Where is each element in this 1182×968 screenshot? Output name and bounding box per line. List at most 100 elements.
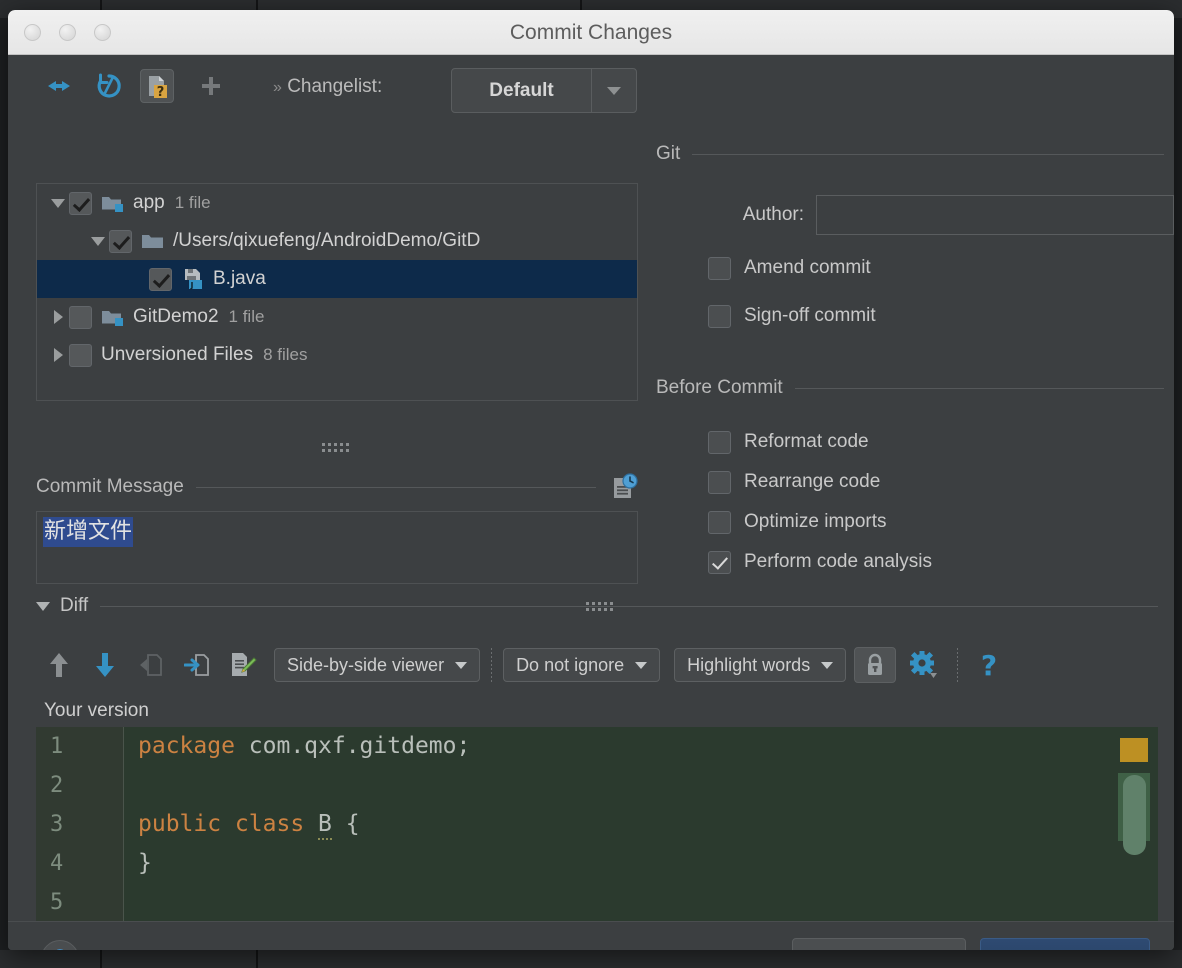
- backdrop-bottom-strip: [0, 950, 1182, 968]
- warning-stripe-marker[interactable]: [1120, 738, 1148, 762]
- expand-triangle-icon[interactable]: [47, 198, 69, 208]
- vertical-splitter-handle-row2[interactable]: [322, 449, 349, 452]
- row-checkbox[interactable]: [109, 229, 132, 253]
- expand-triangle-icon[interactable]: [87, 236, 109, 246]
- before-commit-section-header: Before Commit: [656, 377, 1164, 399]
- amend-commit-option[interactable]: Amend commit: [708, 253, 871, 283]
- tree-row-label: app: [133, 192, 165, 213]
- cancel-button-label: Cancel: [846, 949, 911, 950]
- sign-off-commit-option[interactable]: Sign-off commit: [708, 301, 876, 331]
- commit-message-text: 新增文件: [43, 517, 134, 547]
- table-row[interactable]: /Users/qixuefeng/AndroidDemo/GitD: [37, 222, 637, 260]
- java-file-icon: J: [181, 268, 207, 290]
- diff-section-header[interactable]: Diff: [36, 595, 1158, 617]
- next-difference-icon[interactable]: [82, 645, 128, 685]
- rearrange-code-option[interactable]: Rearrange code: [708, 467, 880, 497]
- refresh-icon[interactable]: [92, 69, 126, 103]
- commit-button[interactable]: Commit: [980, 938, 1150, 950]
- code-line: package com.qxf.gitdemo;: [138, 733, 471, 759]
- dialog-footer: ? Cancel Commit https://blog.csdn.net/IT…: [8, 921, 1174, 950]
- git-section-header: Git: [656, 143, 1164, 165]
- amend-commit-checkbox[interactable]: [708, 256, 731, 280]
- changed-files-tree[interactable]: app 1 file /Users/qixuefeng/AndroidDemo/…: [36, 183, 638, 401]
- rearrange-code-checkbox[interactable]: [708, 470, 731, 494]
- commit-message-header: Commit Message: [36, 473, 638, 501]
- author-input[interactable]: [816, 195, 1174, 235]
- reformat-code-option[interactable]: Reformat code: [708, 427, 869, 457]
- chevron-down-icon[interactable]: [36, 601, 50, 611]
- help-icon[interactable]: ?: [969, 645, 1009, 685]
- row-checkbox[interactable]: [149, 267, 172, 291]
- viewer-mode-select[interactable]: Side-by-side viewer: [274, 648, 481, 682]
- tree-row-meta: 1 file: [174, 193, 211, 212]
- whitespace-mode-value: Do not ignore: [516, 654, 625, 675]
- sign-off-commit-checkbox[interactable]: [708, 304, 731, 328]
- folder-icon: [141, 231, 167, 251]
- collapse-triangle-icon[interactable]: [47, 310, 69, 324]
- highlight-mode-select[interactable]: Highlight words: [674, 648, 847, 682]
- reformat-code-checkbox[interactable]: [708, 430, 731, 454]
- show-unversioned-files-icon[interactable]: ?: [140, 69, 174, 103]
- table-row[interactable]: J B.java: [37, 260, 637, 298]
- cancel-button[interactable]: Cancel: [792, 938, 966, 950]
- chevron-down-icon: [821, 661, 834, 669]
- apply-change-icon[interactable]: [174, 645, 220, 685]
- amend-commit-label: Amend commit: [744, 257, 871, 278]
- changelist-chevron-icon: »: [273, 79, 282, 96]
- code-token-identifier: B: [318, 811, 332, 840]
- optimize-imports-option[interactable]: Optimize imports: [708, 507, 887, 537]
- rearrange-code-label: Rearrange code: [744, 471, 881, 492]
- line-number: 2: [50, 773, 64, 798]
- whitespace-mode-select[interactable]: Do not ignore: [503, 648, 661, 682]
- perform-code-analysis-option[interactable]: Perform code analysis: [708, 547, 932, 577]
- commit-button-label: Commit: [1018, 949, 1090, 950]
- tree-row-label: B.java: [213, 268, 266, 289]
- collapse-triangle-icon[interactable]: [47, 348, 69, 362]
- collapse-all-icon[interactable]: [42, 69, 76, 103]
- add-changelist-icon[interactable]: [194, 69, 228, 103]
- diff-splitter-handle-row2[interactable]: [586, 608, 613, 611]
- tree-row-label: GitDemo2: [133, 306, 219, 327]
- code-line: public class B {: [138, 805, 1138, 844]
- tree-row-meta: 8 files: [263, 345, 308, 364]
- perform-code-analysis-label: Perform code analysis: [744, 551, 932, 572]
- reformat-code-label: Reformat code: [744, 431, 869, 452]
- tree-row-meta: 1 file: [228, 307, 265, 326]
- editor-code[interactable]: package com.qxf.gitdemo; public class B …: [138, 727, 1138, 921]
- lock-icon[interactable]: [854, 647, 897, 683]
- row-checkbox[interactable]: [69, 305, 92, 329]
- line-number: 4: [50, 851, 64, 876]
- message-history-icon[interactable]: [610, 473, 638, 501]
- chevron-down-icon: [455, 661, 468, 669]
- perform-code-analysis-checkbox[interactable]: [708, 550, 731, 574]
- edit-source-icon[interactable]: [220, 645, 266, 685]
- diff-editor[interactable]: 1 2 3 4 5 package com.qxf.gitdemo; publi…: [36, 727, 1158, 921]
- changelist-select[interactable]: Default: [451, 68, 637, 113]
- author-label: Author:: [742, 204, 804, 225]
- section-rule: [195, 486, 596, 488]
- gear-icon[interactable]: [900, 645, 946, 685]
- row-checkbox[interactable]: [69, 191, 92, 215]
- dialog-content: ? » Changelist: Default app 1 file /User…: [8, 55, 1174, 950]
- line-number: 3: [50, 812, 64, 837]
- code-token-keyword: public class: [138, 811, 319, 837]
- table-row[interactable]: app 1 file: [37, 184, 637, 222]
- editor-scrollbar-thumb[interactable]: [1123, 775, 1146, 855]
- svg-text:?: ?: [981, 650, 997, 680]
- table-row[interactable]: Unversioned Files 8 files: [37, 336, 637, 374]
- toolbar-separator: [491, 648, 493, 682]
- previous-difference-icon[interactable]: [36, 645, 82, 685]
- row-checkbox[interactable]: [69, 343, 92, 367]
- table-row[interactable]: GitDemo2 1 file: [37, 298, 637, 336]
- module-folder-icon: [101, 307, 127, 327]
- viewer-mode-value: Side-by-side viewer: [287, 654, 445, 675]
- commit-message-input[interactable]: 新增文件: [36, 511, 638, 584]
- help-button[interactable]: ?: [41, 940, 79, 950]
- changes-toolbar: ? » Changelist: Default: [8, 55, 638, 117]
- commit-changes-dialog: Commit Changes ? » Changelist: Default a…: [8, 10, 1174, 950]
- vertical-splitter-handle[interactable]: [322, 443, 349, 446]
- diff-splitter-handle[interactable]: [586, 602, 613, 605]
- chevron-down-icon[interactable]: [591, 69, 636, 112]
- optimize-imports-checkbox[interactable]: [708, 510, 731, 534]
- tree-row-label: Unversioned Files: [101, 344, 254, 365]
